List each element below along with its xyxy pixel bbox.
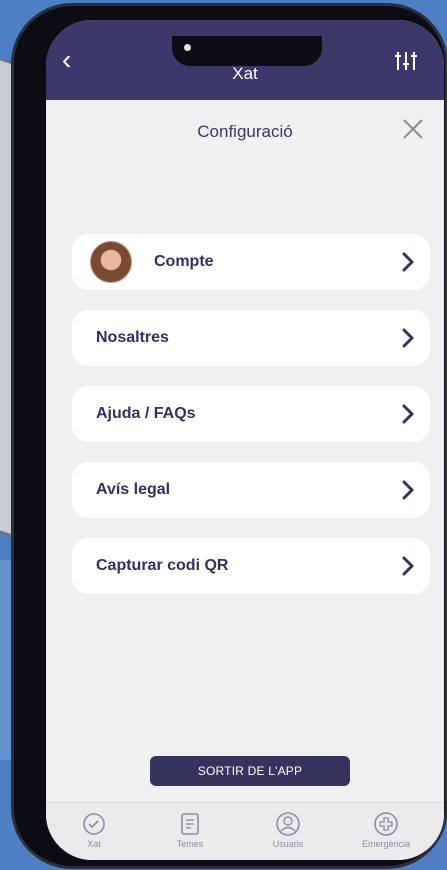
menu-item-label: Nosaltres	[96, 329, 169, 346]
menu-item-label: Capturar codi QR	[96, 557, 229, 574]
page-title: Configuració	[197, 122, 293, 141]
tab-label: Temes	[176, 839, 204, 849]
close-icon[interactable]	[402, 118, 424, 140]
menu-item-avis-legal[interactable]: Avís legal	[72, 462, 430, 518]
menu-item-label: Compte	[154, 253, 214, 270]
tab-label: Usuaris	[272, 839, 304, 849]
logout-button[interactable]: SORTIR DE L'APP	[150, 756, 350, 786]
tab-label: Emergència	[361, 839, 411, 849]
menu-item-label: Avís legal	[96, 481, 171, 498]
phone-screen: ‹ Xat Configuració Compte Nosaltres Ajud…	[46, 20, 444, 860]
chevron-right-icon	[402, 404, 414, 424]
chevron-right-icon	[402, 480, 414, 500]
tab-label: Xat	[87, 839, 101, 849]
menu-item-label: Ajuda / FAQs	[96, 405, 196, 422]
avatar	[90, 241, 132, 283]
chat-icon	[83, 813, 105, 835]
bottom-tab-bar: Xat Temes Usuaris Emergència	[46, 802, 444, 860]
tab-xat[interactable]: Xat	[54, 811, 134, 849]
tab-usuaris[interactable]: Usuaris	[248, 811, 328, 849]
header-title: Xat	[232, 64, 258, 83]
menu-item-compte[interactable]: Compte	[72, 234, 430, 290]
emergency-icon	[374, 812, 398, 836]
chevron-right-icon	[402, 328, 414, 348]
menu-item-capturar-qr[interactable]: Capturar codi QR	[72, 538, 430, 594]
sliders-icon[interactable]	[394, 50, 418, 72]
menu-item-ajuda-faqs[interactable]: Ajuda / FAQs	[72, 386, 430, 442]
tab-temes[interactable]: Temes	[150, 811, 230, 849]
phone-frame: ‹ Xat Configuració Compte Nosaltres Ajud…	[14, 6, 445, 866]
user-icon	[276, 812, 300, 836]
tab-emergencia[interactable]: Emergència	[346, 811, 426, 849]
camera-notch	[172, 36, 322, 66]
settings-menu: Compte Nosaltres Ajuda / FAQs Avís legal…	[72, 234, 430, 614]
camera-dot	[184, 44, 191, 51]
chevron-right-icon	[402, 556, 414, 576]
chevron-right-icon	[402, 252, 414, 272]
document-icon	[181, 813, 199, 835]
menu-item-nosaltres[interactable]: Nosaltres	[72, 310, 430, 366]
